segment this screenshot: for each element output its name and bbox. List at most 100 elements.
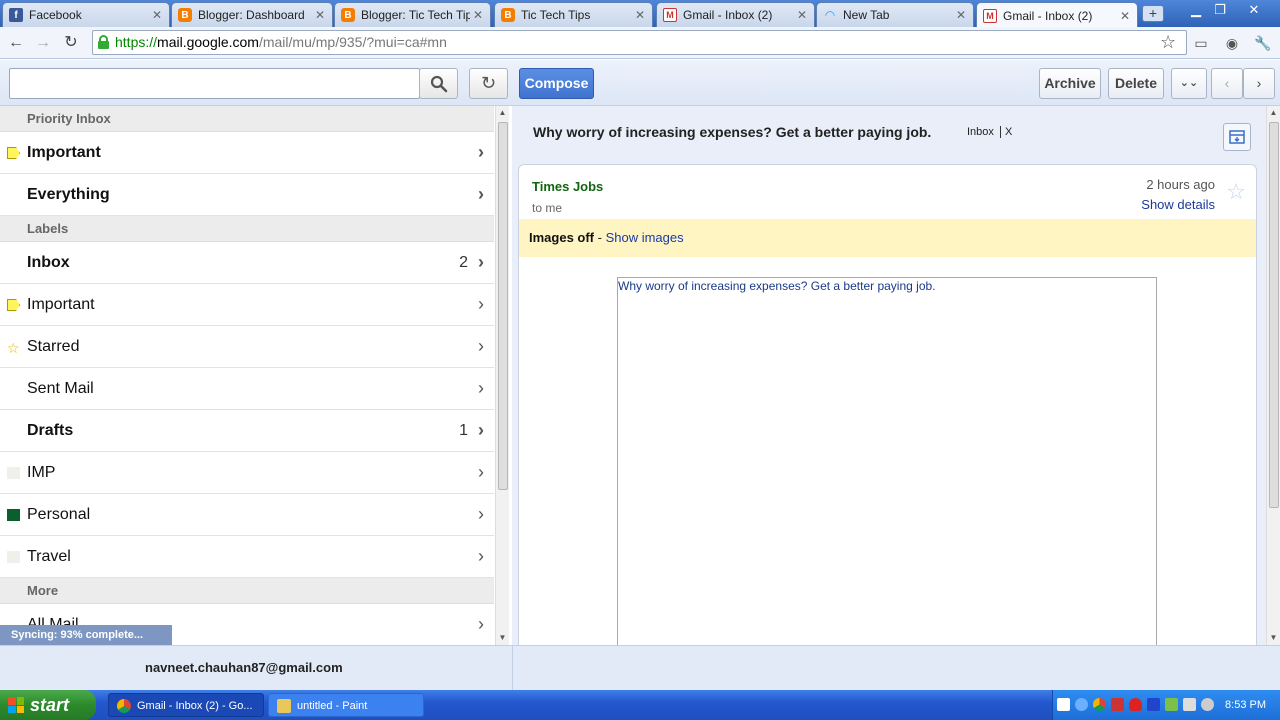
show-details-link[interactable]: Show details [1141,197,1215,212]
delete-button[interactable]: Delete [1108,68,1164,99]
page-menu-icon[interactable]: ▭ [1192,33,1210,53]
tab-facebook[interactable]: f Facebook ✕ [2,2,170,27]
folder-starred[interactable]: ☆ Starred › [0,326,494,368]
tab-close-icon[interactable]: ✕ [632,8,648,22]
tab-label: Blogger: Dashboard [198,8,305,22]
tab-blogger-dashboard[interactable]: B Blogger: Dashboard ✕ [171,2,333,27]
folder-label: IMP [27,464,56,481]
folder-label: Travel [27,548,71,565]
message-scrollbar[interactable]: ▲ ▼ [1266,106,1280,645]
close-window-icon[interactable]: ✕ [1242,1,1266,19]
scroll-up-icon[interactable]: ▲ [1267,106,1280,120]
refresh-icon: ↻ [480,73,497,93]
archive-icon-button[interactable] [1223,123,1251,151]
tab-tic-tech-tips[interactable]: B Tic Tech Tips ✕ [494,2,653,27]
label-color-swatch [7,509,20,521]
tab-gmail-inbox[interactable]: M Gmail - Inbox (2) ✕ [656,2,815,27]
more-actions-button[interactable]: ⌄⌄ [1171,68,1207,99]
message-view: Why worry of increasing expenses? Get a … [512,106,1266,645]
folder-inbox[interactable]: Inbox 2 › [0,242,494,284]
wrench-icon[interactable]: 🔧 [1252,33,1274,53]
folder-everything[interactable]: Everything › [0,174,494,216]
chevron-right-icon: › [478,504,484,524]
address-bar[interactable]: https://mail.google.com/mail/mu/mp/935/?… [92,30,1187,55]
folder-label: Everything [27,186,110,203]
sender-name[interactable]: Times Jobs [532,179,603,194]
tab-close-icon[interactable]: ✕ [149,8,165,22]
taskbar-item-paint[interactable]: untitled - Paint [268,693,424,717]
folder-important-priority[interactable]: Important › [0,132,494,174]
tab-blogger-tic-tech-tips[interactable]: B Blogger: Tic Tech Tips - ✕ [334,2,491,27]
tab-close-icon[interactable]: ✕ [953,8,969,22]
section-header-labels: Labels [0,216,494,242]
chrome-tray-icon[interactable] [1093,698,1106,711]
label-color-swatch [7,467,20,479]
new-tab-button[interactable]: + [1142,5,1164,22]
message-time: 2 hours ago [1146,177,1215,192]
account-email[interactable]: navneet.chauhan87@gmail.com [145,660,343,675]
minimize-icon[interactable]: ▁ [1184,1,1208,19]
scroll-up-icon[interactable]: ▲ [496,106,509,120]
help-icon[interactable] [1057,698,1070,711]
tab-close-icon[interactable]: ✕ [312,8,328,22]
label-color-swatch [7,551,20,563]
antivirus-icon[interactable] [1111,698,1124,711]
tab-label: Gmail - Inbox (2) [1003,8,1093,23]
back-icon[interactable]: ← [5,32,27,54]
star-icon[interactable]: ☆ [1226,179,1246,205]
bluetooth-icon[interactable] [1147,698,1160,711]
folder-sent-mail[interactable]: Sent Mail › [0,368,494,410]
scroll-thumb[interactable] [1269,122,1279,508]
scroll-thumb[interactable] [498,122,508,490]
scroll-down-icon[interactable]: ▼ [496,631,509,645]
label-imp[interactable]: IMP › [0,452,494,494]
label-personal[interactable]: Personal › [0,494,494,536]
restore-icon[interactable]: ❐ [1208,1,1232,19]
folder-list-scrollbar[interactable]: ▲ ▼ [495,106,509,645]
folder-drafts[interactable]: Drafts 1 › [0,410,494,452]
tab-close-icon[interactable]: ✕ [1117,9,1133,23]
compose-button[interactable]: Compose [519,68,594,99]
tray-arrow-icon[interactable] [1075,698,1088,711]
search-input[interactable] [9,68,420,99]
remove-label-button[interactable]: X [999,126,1013,138]
tab-label: Facebook [29,8,82,22]
extension-icon[interactable]: ◉ [1222,33,1242,53]
archive-button[interactable]: Archive [1039,68,1101,99]
reload-icon[interactable]: ↻ [60,32,82,54]
bookmark-star-icon[interactable]: ☆ [1160,30,1176,55]
chevron-right-icon: › [478,252,484,272]
show-images-link[interactable]: Show images [606,230,684,245]
search-button[interactable] [419,68,458,99]
refresh-button[interactable]: ↻ [469,68,508,99]
loading-icon: ◠ [825,8,835,22]
label-chip-text[interactable]: Inbox [967,126,994,138]
scroll-down-icon[interactable]: ▼ [1267,631,1280,645]
label-travel[interactable]: Travel › [0,536,494,578]
tab-close-icon[interactable]: ✕ [794,8,810,22]
volume-icon[interactable] [1201,698,1214,711]
tab-gmail-inbox-active[interactable]: M Gmail - Inbox (2) ✕ [976,2,1138,28]
taskbar-item-chrome[interactable]: Gmail - Inbox (2) - Go... [108,693,264,717]
browser-toolbar: ← → ↻ https://mail.google.com/mail/mu/mp… [0,27,1280,59]
shield-icon[interactable] [1129,698,1142,711]
chevron-right-icon: › [478,336,484,356]
tab-close-icon[interactable]: ✕ [470,8,486,22]
folder-label: Drafts [27,422,74,439]
folder-label: Sent Mail [27,380,94,397]
folder-important[interactable]: Important › [0,284,494,326]
newer-button[interactable]: ‹ [1211,68,1243,99]
tab-new-tab[interactable]: ◠ New Tab ✕ [816,2,974,27]
system-clock: 8:53 PM [1225,699,1266,711]
taskbar-item-label: untitled - Paint [297,700,368,712]
tab-label: Gmail - Inbox (2) [683,8,773,22]
url-path: /mail/mu/mp/935/?mui=ca#mn [258,34,447,50]
start-button[interactable]: start [0,690,96,720]
monitor-icon[interactable] [1183,698,1196,711]
network-icon[interactable] [1165,698,1178,711]
footer-divider [512,646,513,691]
older-button[interactable]: › [1243,68,1275,99]
forward-icon[interactable]: → [32,32,54,54]
blogger-icon: B [501,8,515,22]
recipient-line: to me [532,201,563,215]
